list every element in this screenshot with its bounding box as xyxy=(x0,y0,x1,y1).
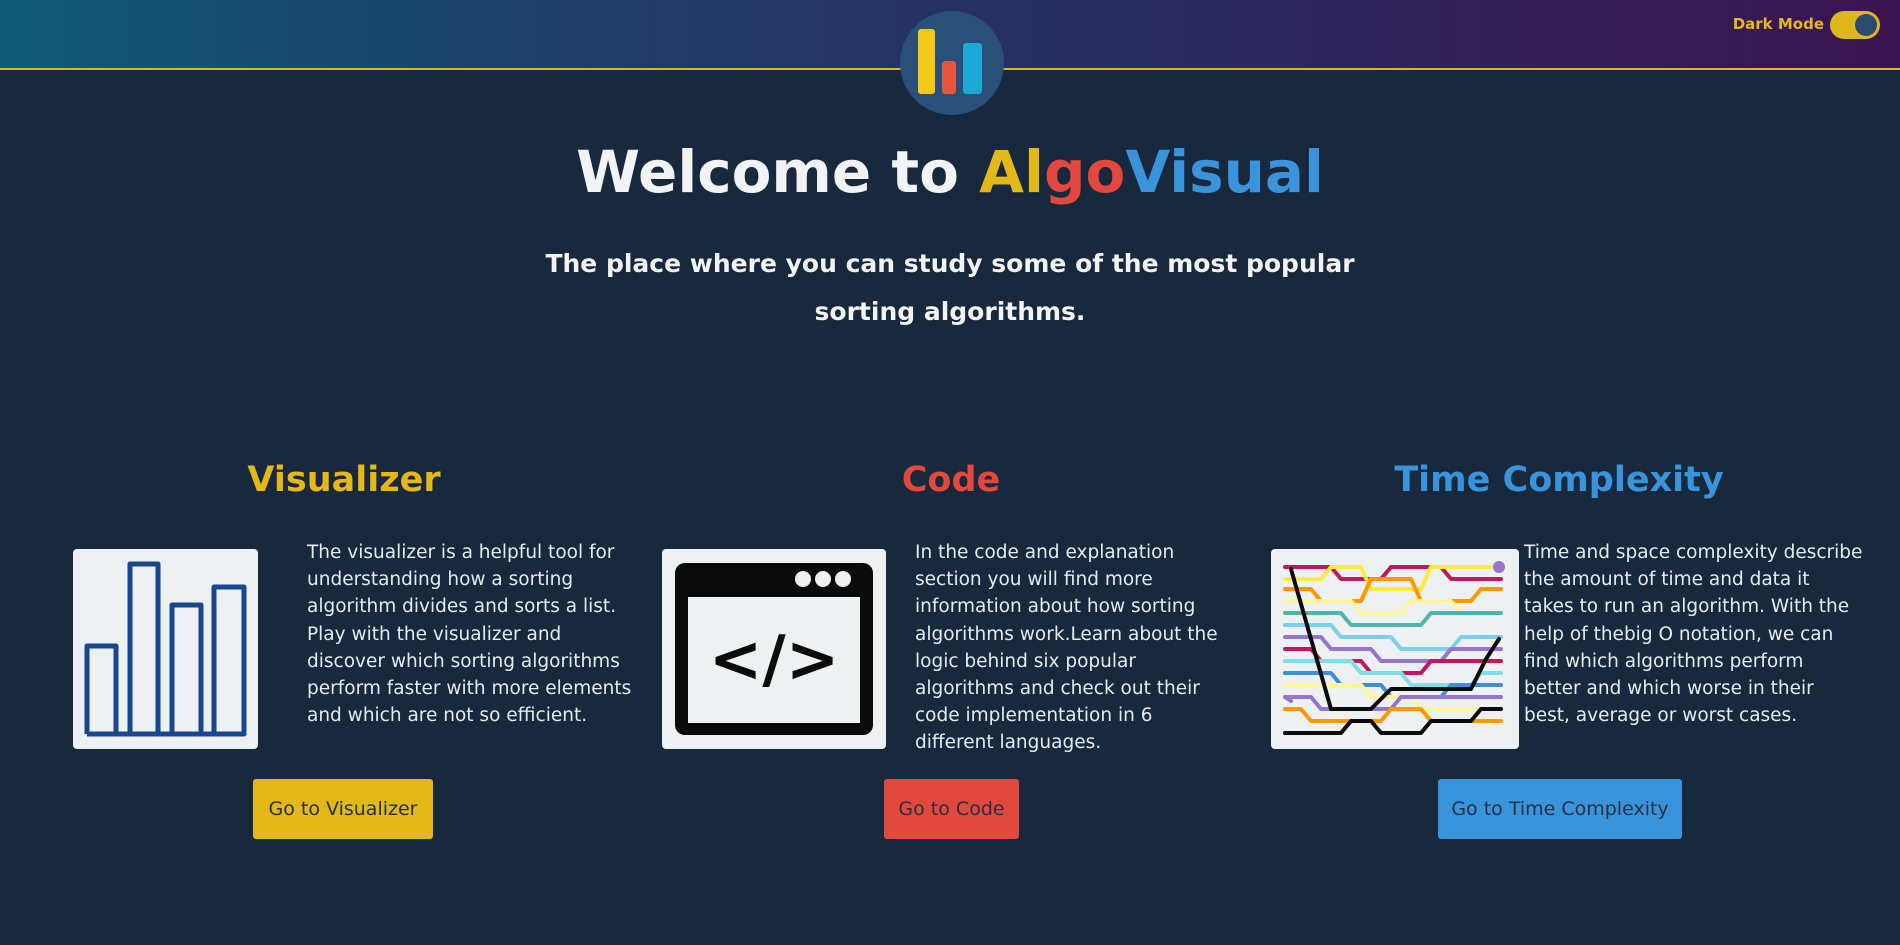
app-logo[interactable] xyxy=(900,11,1004,115)
svg-text:</>: </> xyxy=(709,623,840,697)
dark-mode-toggle[interactable] xyxy=(1830,11,1880,39)
visualizer-description: The visualizer is a helpful tool for und… xyxy=(307,542,632,727)
go-to-code-button[interactable]: Go to Code xyxy=(884,779,1019,839)
go-to-time-complexity-button[interactable]: Go to Time Complexity xyxy=(1438,779,1682,839)
brand-part-go: go xyxy=(1043,138,1126,206)
page-subtitle: The place where you can study some of th… xyxy=(545,249,1355,326)
code-title: Code xyxy=(901,460,1001,500)
visualizer-image xyxy=(73,549,258,749)
title-prefix: Welcome to xyxy=(576,138,959,206)
page-title: Welcome to AlgoVisual xyxy=(0,138,1900,206)
dark-mode-label: Dark Mode xyxy=(1732,15,1824,33)
time-complexity-image xyxy=(1271,549,1519,749)
code-window-icon: </> xyxy=(675,563,873,735)
bar-logo-icon xyxy=(918,29,982,94)
time-complexity-description: Time and space complexity describe the a… xyxy=(1524,542,1863,727)
code-description: In the code and explanation section you … xyxy=(915,542,1218,754)
brand-part-visual: Visual xyxy=(1125,138,1324,206)
time-complexity-title: Time Complexity xyxy=(1394,460,1724,500)
bar-chart-icon xyxy=(84,561,247,737)
visualizer-title: Visualizer xyxy=(247,460,441,500)
toggle-knob xyxy=(1855,14,1877,36)
brand-part-al: Al xyxy=(979,138,1044,206)
go-to-visualizer-button[interactable]: Go to Visualizer xyxy=(253,779,433,839)
code-image: </> xyxy=(662,549,886,749)
sorting-network-icon xyxy=(1283,561,1505,735)
